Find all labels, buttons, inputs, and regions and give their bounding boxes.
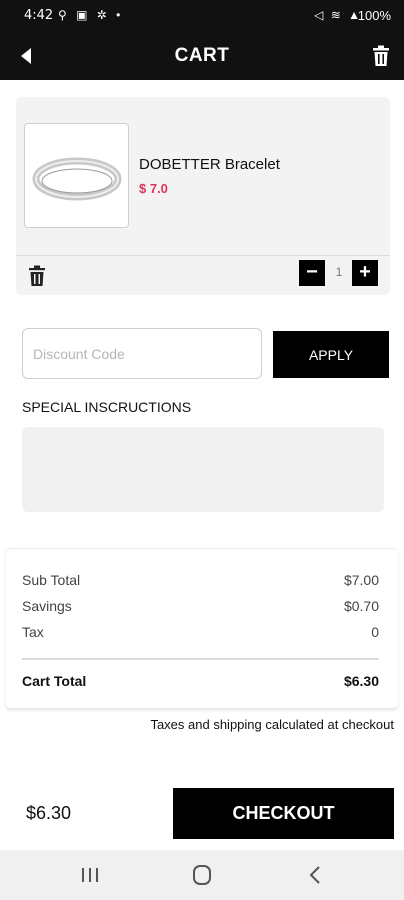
tax-shipping-note: Taxes and shipping calculated at checkou… (150, 717, 394, 732)
recent-apps-icon[interactable] (70, 860, 110, 890)
cart-total-label: Cart Total (22, 673, 87, 689)
discount-code-input[interactable] (22, 328, 262, 379)
cart-total-value: $6.30 (343, 673, 379, 689)
order-summary: Sub Total $7.00 Savings $0.70 Tax 0 Cart… (6, 548, 398, 708)
page-title: CART (174, 45, 230, 66)
savings-value: $0.70 (343, 598, 379, 614)
cart-item-card: DOBETTER Bracelet $ 7.0 − 1 + (16, 97, 390, 295)
footer-total: $6.30 (26, 803, 72, 823)
app-bar: CART (0, 33, 404, 80)
savings-label: Savings (22, 598, 72, 614)
increase-quantity-button[interactable]: + (352, 260, 378, 286)
tax-value: 0 (371, 624, 379, 640)
signal-icons: ◁ ≋ ▲ (314, 8, 362, 22)
card-divider (16, 255, 390, 256)
system-nav-bar (0, 850, 404, 900)
tax-label: Tax (22, 624, 44, 640)
product-price: $ 7.0 (139, 181, 168, 196)
subtotal-value: $7.00 (343, 572, 379, 588)
bracelet-image (32, 157, 122, 201)
remove-item-trash-icon[interactable] (28, 265, 46, 287)
notification-icons: ⚲ ▣ ✲ • (58, 8, 124, 22)
home-icon[interactable] (182, 860, 222, 890)
product-name[interactable]: DOBETTER Bracelet (139, 156, 280, 173)
product-image[interactable] (24, 123, 129, 228)
subtotal-label: Sub Total (22, 572, 81, 588)
quantity-value: 1 (335, 265, 343, 279)
battery-level: 100% (357, 8, 391, 23)
back-arrow-icon[interactable] (16, 45, 38, 67)
special-instructions-label: SPECIAL INSCRUCTIONS (22, 399, 192, 415)
clear-cart-trash-icon[interactable] (370, 44, 392, 68)
checkout-button[interactable]: CHECKOUT (173, 788, 394, 839)
apply-discount-button[interactable]: APPLY (273, 331, 389, 378)
back-nav-icon[interactable] (296, 860, 336, 890)
decrease-quantity-button[interactable]: − (299, 260, 325, 286)
special-instructions-textarea[interactable] (22, 427, 384, 512)
summary-divider (22, 658, 379, 660)
status-time: 4:42 (24, 8, 54, 23)
status-bar: 4:42 ⚲ ▣ ✲ • ◁ ≋ ▲ 100% (0, 0, 404, 33)
